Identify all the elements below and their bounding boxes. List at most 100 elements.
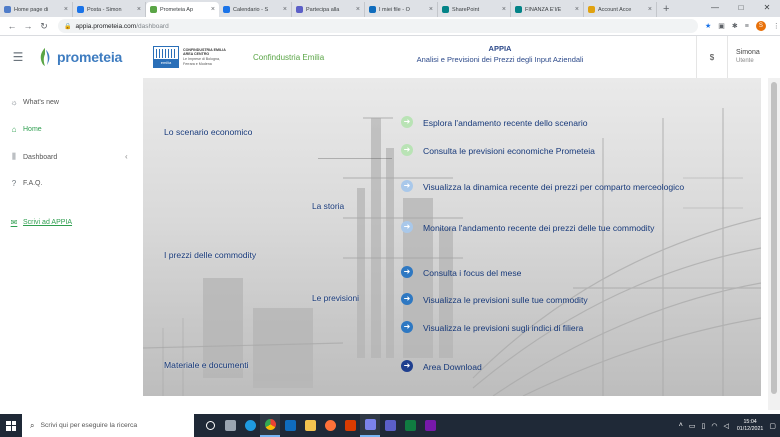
firefox-icon[interactable]: [320, 414, 340, 437]
taskbar-clock[interactable]: 15:04 01/12/2021: [737, 419, 764, 433]
tab-close-icon[interactable]: ×: [211, 6, 215, 13]
browser-tab[interactable]: Prometeia Ap ×: [146, 2, 219, 17]
confindustria-logo: emilia CONFINDUSTRIA EMILIA AREA CENTRO …: [153, 46, 243, 68]
volume-icon[interactable]: ◁: [723, 422, 728, 430]
arrow-right-icon: ➜: [401, 293, 413, 305]
browser-tab[interactable]: SharePoint ×: [438, 2, 511, 17]
page-scrollbar[interactable]: [768, 78, 780, 410]
link-consult-forecast[interactable]: ➜ Consulta le previsioni economiche Prom…: [401, 144, 595, 158]
window-controls: — □ ✕: [702, 0, 780, 17]
clock-date: 01/12/2021: [736, 425, 764, 432]
outlook-icon[interactable]: [280, 414, 300, 437]
home-icon: ⌂: [11, 125, 17, 134]
tab-list: Home page di × Posta - Simon × Prometeia Ap ×…: [0, 0, 657, 17]
user-name: Simona: [736, 49, 760, 56]
close-window-icon[interactable]: ✕: [754, 0, 780, 17]
tab-favicon-icon: [296, 6, 303, 13]
url-host: appia.prometeia.com: [75, 22, 137, 30]
link-area-download[interactable]: ➜ Area Download: [401, 360, 482, 374]
arrow-right-icon: ➜: [401, 266, 413, 278]
new-tab-button[interactable]: +: [663, 2, 669, 17]
extension-icon[interactable]: ▣: [718, 22, 725, 30]
taskbar-search-input[interactable]: ⌕ Scrivi qui per eseguire la ricerca: [22, 414, 194, 437]
battery-icon[interactable]: ▯: [702, 422, 706, 430]
tab-favicon-icon: [223, 6, 230, 13]
tab-favicon-icon: [442, 6, 449, 13]
notification-icon[interactable]: ▢: [769, 422, 776, 430]
task-view-icon[interactable]: [200, 414, 220, 437]
link-monitor-commodity[interactable]: ➜ Monitora l'andamento recente dei prezz…: [401, 221, 654, 235]
tab-close-icon[interactable]: ×: [283, 6, 287, 13]
link-explore-scenario[interactable]: ➜ Esplora l'andamento recente dello scen…: [401, 116, 588, 130]
teams-meeting-icon[interactable]: [360, 414, 380, 437]
prometeia-logo[interactable]: prometeia: [36, 47, 141, 67]
section-divider: [318, 158, 392, 159]
profile-avatar[interactable]: S: [755, 21, 766, 31]
tab-favicon-icon: [77, 6, 84, 13]
link-focus-month[interactable]: ➜ Consulta i focus del mese: [401, 266, 521, 280]
back-icon[interactable]: ←: [4, 21, 20, 31]
tab-close-icon[interactable]: ×: [356, 6, 360, 13]
tab-label: I miei file - O: [379, 6, 410, 13]
browser-tab[interactable]: FINANZA E'I/E ×: [511, 2, 584, 17]
browser-tab[interactable]: Account Acce ×: [584, 2, 657, 17]
sidebar-item-home[interactable]: ⌂ Home: [9, 125, 42, 134]
tab-favicon-icon: [515, 6, 522, 13]
network-icon[interactable]: ▭: [689, 422, 696, 430]
file-explorer-icon[interactable]: [300, 414, 320, 437]
browser-tab[interactable]: Posta - Simon ×: [73, 2, 146, 17]
reading-list-icon[interactable]: ≡: [745, 23, 749, 30]
currency-icon[interactable]: $: [697, 53, 727, 62]
tab-label: Posta - Simon: [87, 6, 122, 13]
link-forecast-indices[interactable]: ➜ Visualizza le previsioni sugli indici …: [401, 321, 583, 335]
browser-tab[interactable]: I miei file - O ×: [365, 2, 438, 17]
scrollbar-thumb[interactable]: [771, 82, 777, 394]
minimize-icon[interactable]: —: [702, 0, 728, 17]
puzzle-icon[interactable]: ✱: [732, 22, 738, 30]
widgets-icon[interactable]: [220, 414, 240, 437]
excel-icon[interactable]: [400, 414, 420, 437]
arrow-right-icon: ➜: [401, 360, 413, 372]
tab-close-icon[interactable]: ×: [429, 6, 433, 13]
sidebar-item-faq[interactable]: ? F.A.Q.: [9, 179, 43, 188]
user-menu[interactable]: Simona Utente: [728, 48, 780, 66]
tab-close-icon[interactable]: ×: [137, 6, 141, 13]
link-forecast-commodity[interactable]: ➜ Visualizza le previsioni sulle tue com…: [401, 293, 588, 307]
tab-close-icon[interactable]: ×: [648, 6, 652, 13]
start-button[interactable]: [0, 414, 22, 437]
tab-close-icon[interactable]: ×: [64, 6, 68, 13]
wifi-icon[interactable]: ◠: [711, 422, 717, 430]
office-icon[interactable]: [340, 414, 360, 437]
hamburger-menu-icon[interactable]: ☰: [0, 50, 36, 64]
category-scenario: Lo scenario economico: [164, 127, 253, 137]
tab-label: Account Acce: [598, 6, 632, 13]
chrome-icon[interactable]: [260, 414, 280, 437]
browser-tab[interactable]: Home page di ×: [0, 2, 73, 17]
sidebar-item-whats-new[interactable]: ☼ What's new: [9, 98, 59, 107]
browser-tab[interactable]: Calendario - S ×: [219, 2, 292, 17]
onenote-icon[interactable]: [420, 414, 440, 437]
tab-label: Prometeia Ap: [160, 6, 194, 13]
star-icon[interactable]: ★: [705, 22, 711, 30]
sidebar-item-label: Home: [23, 126, 42, 133]
link-price-dynamics[interactable]: ➜ Visualizza la dinamica recente dei pre…: [401, 180, 741, 194]
lightbulb-icon: ☼: [10, 98, 18, 107]
sidebar-item-dashboard[interactable]: ⫼ Dashboard: [9, 152, 57, 162]
url-input[interactable]: 🔒 appia.prometeia.com/dashboard: [58, 19, 698, 33]
subcategory-previsioni: Le previsioni: [312, 293, 360, 303]
chevron-left-icon[interactable]: ‹: [125, 152, 128, 161]
menu-icon[interactable]: ⋮: [773, 22, 780, 30]
app-title: APPIA: [488, 44, 512, 53]
tab-close-icon[interactable]: ×: [502, 6, 506, 13]
forward-icon[interactable]: →: [20, 21, 36, 31]
browser-tab[interactable]: Partecipa alla ×: [292, 2, 365, 17]
mail-icon: ✉: [10, 218, 18, 227]
reload-icon[interactable]: ↻: [36, 21, 52, 32]
teams-icon[interactable]: [380, 414, 400, 437]
sidebar-item-write-appia[interactable]: ✉ Scrivi ad APPIA: [9, 218, 72, 227]
maximize-icon[interactable]: □: [728, 0, 754, 17]
bar-chart-icon: ⫼: [12, 152, 16, 161]
edge-icon[interactable]: [240, 414, 260, 437]
tab-close-icon[interactable]: ×: [575, 6, 579, 13]
chevron-up-icon[interactable]: ˄: [679, 422, 683, 429]
